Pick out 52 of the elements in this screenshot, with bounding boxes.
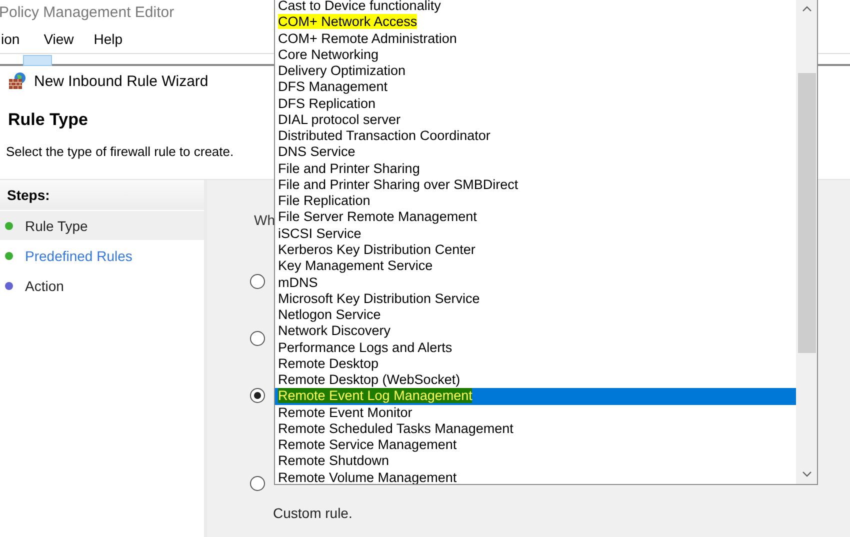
radio-button[interactable] <box>250 476 265 491</box>
list-item[interactable]: Network Discovery <box>275 323 796 340</box>
page-description: Select the type of firewall rule to create. <box>6 144 234 159</box>
list-item[interactable]: Cast to Device functionality <box>275 0 796 14</box>
list-item[interactable]: Remote Event Monitor <box>275 404 796 421</box>
radio-button[interactable] <box>250 331 265 346</box>
question-text: Wh <box>254 212 275 228</box>
list-item[interactable]: Key Management Service <box>275 258 796 275</box>
list-item[interactable]: COM+ Network Access <box>275 14 796 31</box>
list-item[interactable]: DFS Replication <box>275 96 796 112</box>
list-item[interactable]: DFS Management <box>275 79 796 96</box>
list-item[interactable]: File Server Remote Management <box>275 209 796 226</box>
list-item[interactable]: DNS Service <box>275 144 796 161</box>
list-item[interactable]: File Replication <box>275 193 796 210</box>
firewall-globe-icon <box>8 72 28 90</box>
list-item[interactable]: Delivery Optimization <box>275 63 796 80</box>
wizard-title: New Inbound Rule Wizard <box>34 72 208 90</box>
scroll-down-icon[interactable] <box>802 471 812 477</box>
window-title: Policy Management Editor <box>0 4 174 21</box>
steps-header: Steps: <box>0 180 204 210</box>
list-item[interactable]: Remote Desktop (WebSocket) <box>275 372 796 388</box>
list-item[interactable]: Kerberos Key Distribution Center <box>275 242 796 258</box>
list-item[interactable]: Remote Scheduled Tasks Management <box>275 420 796 438</box>
menu-item[interactable]: ion <box>0 31 21 47</box>
step-item[interactable]: Predefined Rules <box>0 241 204 270</box>
radio-button[interactable] <box>250 274 265 289</box>
list-item[interactable]: Remote Desktop <box>275 356 796 372</box>
list-item[interactable]: Netlogon Service <box>275 307 796 324</box>
menu-item[interactable]: Help <box>92 31 124 47</box>
page-heading: Rule Type <box>8 110 88 130</box>
list-item[interactable]: File and Printer Sharing <box>275 160 796 177</box>
step-label: Action <box>25 278 64 294</box>
scroll-up-icon[interactable] <box>802 6 812 12</box>
step-item[interactable]: Rule Type <box>0 211 204 240</box>
list-item[interactable]: Remote Shutdown <box>275 453 796 470</box>
list-item[interactable]: iSCSI Service <box>275 226 796 242</box>
scrollbar-thumb[interactable] <box>798 73 816 353</box>
list-item[interactable]: Distributed Transaction Coordinator <box>275 128 796 144</box>
step-label: Rule Type <box>25 218 88 234</box>
list-item[interactable]: COM+ Remote Administration <box>275 30 796 47</box>
list-item[interactable]: mDNS <box>275 274 796 291</box>
step-item[interactable]: Action <box>0 271 204 300</box>
radio-button[interactable] <box>250 388 265 403</box>
option-description: Custom rule. <box>273 505 352 521</box>
list-item[interactable]: File and Printer Sharing over SMBDirect <box>275 176 796 194</box>
step-label: Predefined Rules <box>25 248 132 264</box>
list-item[interactable]: Microsoft Key Distribution Service <box>275 290 796 308</box>
list-item[interactable]: DIAL protocol server <box>275 112 796 128</box>
list-item[interactable]: Performance Logs and Alerts <box>275 340 796 356</box>
list-item[interactable]: Remote Service Management <box>275 437 796 454</box>
list-item[interactable]: Core Networking <box>275 46 796 64</box>
menu-item[interactable]: View <box>42 31 75 47</box>
